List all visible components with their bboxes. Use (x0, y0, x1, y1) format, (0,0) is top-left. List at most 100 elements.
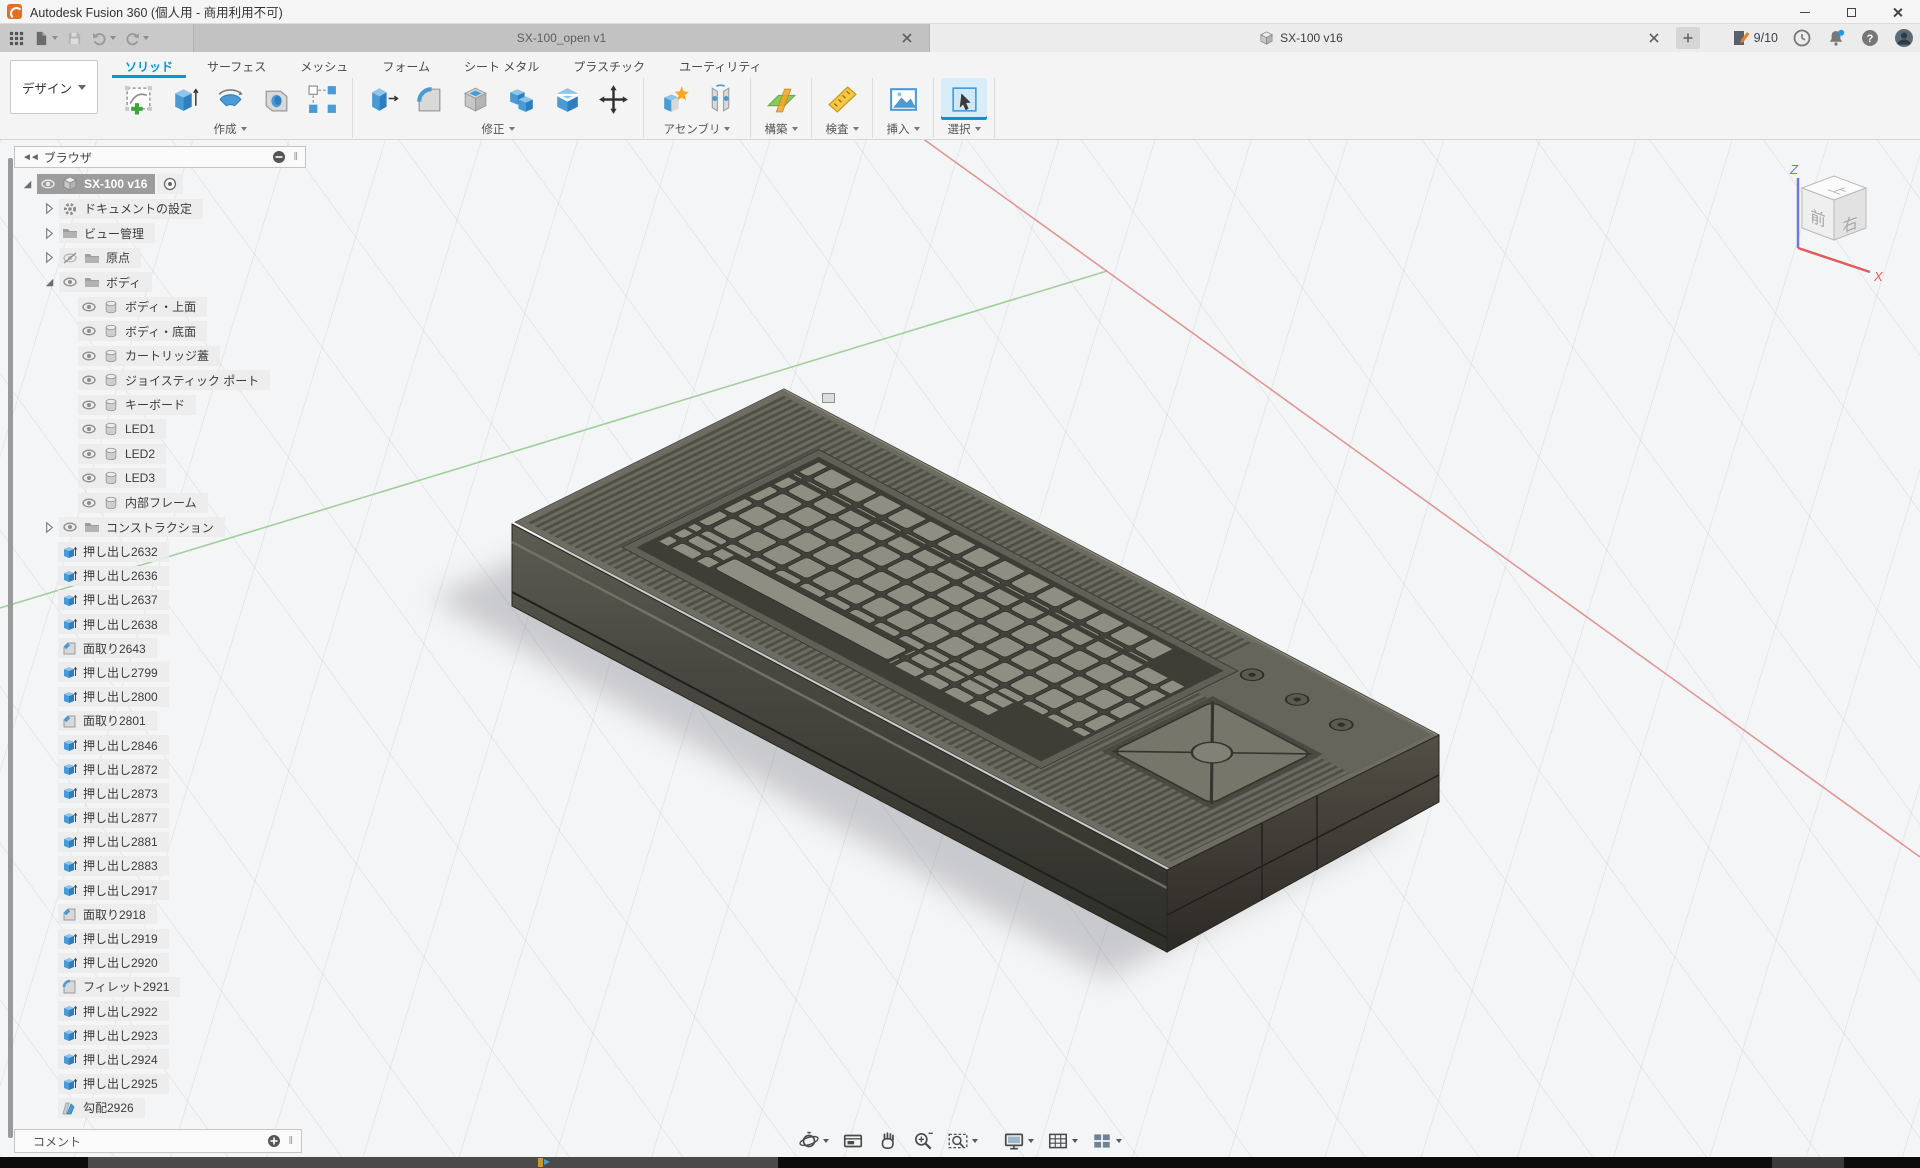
minimize-button[interactable] (1782, 0, 1828, 24)
expand-closed-icon[interactable] (42, 250, 57, 265)
joint-button[interactable] (697, 78, 743, 120)
insert-group-dropdown[interactable]: 挿入 (887, 120, 920, 137)
viewports-button[interactable] (1088, 1128, 1125, 1154)
browser-row-body[interactable]: LED3 (72, 468, 306, 488)
feature-item-extrude[interactable]: 押し出し2638 (58, 614, 306, 634)
press-pull-button[interactable] (360, 78, 406, 120)
tab-close-button[interactable] (1646, 30, 1662, 46)
timeline-marker-icon[interactable] (538, 1158, 552, 1167)
visibility-eye-off-icon[interactable] (62, 250, 78, 266)
combine-button[interactable] (498, 78, 544, 120)
browser-row-bodies[interactable]: ボディ (36, 272, 306, 292)
browser-panel-header[interactable]: ◄◄ ブラウザ ‖ (14, 146, 306, 168)
inspect-group-dropdown[interactable]: 検査 (826, 120, 859, 137)
save-button[interactable] (64, 26, 85, 50)
insert-button[interactable] (880, 78, 926, 120)
sketch-origin-marker[interactable] (822, 393, 835, 403)
feature-item-extrude[interactable]: 押し出し2799 (58, 662, 306, 682)
feature-item-chamfer[interactable]: 面取り2801 (58, 711, 306, 731)
maximize-button[interactable] (1828, 0, 1874, 24)
browser-row-body[interactable]: キーボード (72, 395, 306, 415)
new-tab-button[interactable] (1676, 27, 1700, 49)
visibility-eye-icon[interactable] (40, 176, 56, 192)
feature-item-extrude[interactable]: 押し出し2923 (58, 1025, 306, 1045)
feature-item-extrude[interactable]: 押し出し2800 (58, 687, 306, 707)
feature-item-extrude[interactable]: 押し出し2924 (58, 1049, 306, 1069)
panel-grip[interactable]: ‖ (288, 1135, 293, 1147)
zoom-button[interactable] (909, 1128, 937, 1154)
visibility-eye-icon[interactable] (81, 348, 97, 364)
browser-row-construction[interactable]: コンストラクション (36, 517, 306, 537)
expand-open-icon[interactable] (42, 275, 57, 290)
feature-item-extrude[interactable]: 押し出し2632 (58, 542, 306, 562)
fit-button[interactable] (944, 1128, 981, 1154)
feature-item-fillet[interactable]: フィレット2921 (58, 977, 306, 997)
comment-panel[interactable]: コメント ‖ (14, 1129, 302, 1153)
modify-group-dropdown[interactable]: 修正 (482, 120, 515, 137)
visibility-eye-icon[interactable] (62, 274, 78, 290)
select-group-dropdown[interactable]: 選択 (948, 120, 981, 137)
visibility-eye-icon[interactable] (81, 446, 97, 462)
collapse-panel-icon[interactable]: ◄◄ (22, 152, 38, 163)
timeline-range[interactable] (88, 1157, 778, 1168)
feature-item-extrude[interactable]: 押し出し2917 (58, 880, 306, 900)
feature-item-chamfer[interactable]: 面取り2918 (58, 904, 306, 924)
browser-row-view-mgmt[interactable]: ビュー管理 (36, 223, 306, 243)
select-tool-button[interactable] (941, 78, 987, 120)
ribbon-tab-form[interactable]: フォーム (369, 54, 443, 78)
visibility-eye-icon[interactable] (81, 372, 97, 388)
display-settings-button[interactable] (1000, 1128, 1037, 1154)
feature-item-draft[interactable]: 勾配2926 (58, 1098, 306, 1118)
browser-row-body[interactable]: ボディ・上面 (72, 297, 306, 317)
user-avatar-button[interactable] (1894, 28, 1914, 48)
extrude-button[interactable] (161, 78, 207, 120)
visibility-eye-icon[interactable] (81, 299, 97, 315)
construction-plane-button[interactable] (758, 78, 804, 120)
visibility-eye-icon[interactable] (81, 495, 97, 511)
undo-button[interactable] (89, 26, 118, 50)
feature-item-extrude[interactable]: 押し出し2883 (58, 856, 306, 876)
minimize-panel-icon[interactable] (271, 149, 287, 165)
grid-settings-button[interactable] (1044, 1128, 1081, 1154)
notifications-bell-button[interactable] (1826, 28, 1846, 48)
move-copy-button[interactable] (590, 78, 636, 120)
feature-item-extrude[interactable]: 押し出し2846 (58, 735, 306, 755)
document-tab-active[interactable]: SX-100 v16 (930, 24, 1672, 52)
viewcube[interactable]: Z X 上 前 右 (1766, 148, 1902, 288)
feature-item-extrude[interactable]: 押し出し2922 (58, 1001, 306, 1021)
browser-row-body[interactable]: カートリッジ蓋 (72, 346, 306, 366)
expand-closed-icon[interactable] (42, 520, 57, 535)
document-tab-inactive[interactable]: SX-100_open v1 (193, 24, 930, 52)
ribbon-tab-sheetmetal[interactable]: シート メタル (451, 54, 552, 78)
app-launcher-button[interactable] (6, 26, 27, 50)
close-button[interactable] (1874, 0, 1920, 24)
history-clock-button[interactable] (1792, 28, 1812, 48)
browser-row-root[interactable]: SX-100 v16 (14, 174, 306, 194)
ribbon-tab-solid[interactable]: ソリッド (112, 54, 186, 78)
browser-scrollbar[interactable] (8, 158, 13, 1138)
feature-item-extrude[interactable]: 押し出し2873 (58, 783, 306, 803)
feature-item-extrude[interactable]: 押し出し2920 (58, 953, 306, 973)
panel-grip[interactable]: ‖ (293, 151, 298, 163)
browser-row-doc-settings[interactable]: ドキュメントの設定 (36, 199, 306, 219)
expand-closed-icon[interactable] (42, 226, 57, 241)
visibility-eye-icon[interactable] (81, 470, 97, 486)
browser-row-body[interactable]: ジョイスティック ポート (72, 370, 306, 390)
expand-closed-icon[interactable] (42, 201, 57, 216)
pan-button[interactable] (874, 1128, 902, 1154)
revolve-button[interactable] (207, 78, 253, 120)
help-button[interactable] (1860, 28, 1880, 48)
ribbon-tab-surface[interactable]: サーフェス (194, 54, 279, 78)
fillet-button[interactable] (406, 78, 452, 120)
visibility-eye-icon[interactable] (62, 519, 78, 535)
timeline-strip[interactable] (0, 1157, 1920, 1168)
redo-button[interactable] (122, 26, 151, 50)
browser-row-body[interactable]: LED2 (72, 444, 306, 464)
feature-item-extrude[interactable]: 押し出し2881 (58, 832, 306, 852)
measure-button[interactable] (819, 78, 865, 120)
file-menu-button[interactable] (31, 26, 60, 50)
create-group-dropdown[interactable]: 作成 (214, 120, 247, 137)
feature-item-extrude[interactable]: 押し出し2872 (58, 759, 306, 779)
shell-button[interactable] (452, 78, 498, 120)
visibility-eye-icon[interactable] (81, 397, 97, 413)
